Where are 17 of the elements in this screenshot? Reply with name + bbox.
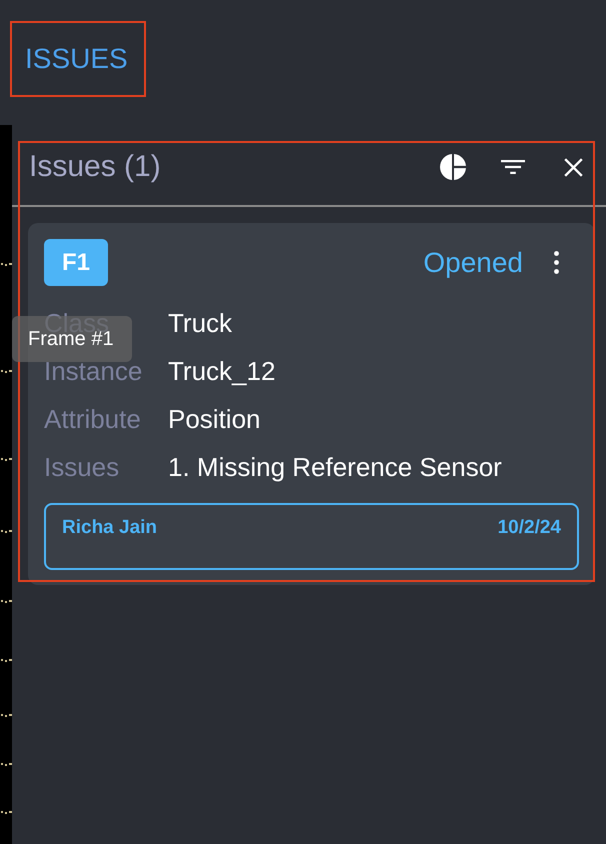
field-value: 1. Missing Reference Sensor — [168, 451, 502, 483]
close-icon[interactable] — [564, 158, 583, 176]
panel-title: Issues (1) — [29, 149, 161, 185]
field-value: Truck — [168, 307, 232, 339]
issue-status: Opened — [423, 246, 523, 280]
comment-date: 10/2/24 — [498, 516, 561, 540]
section-title: ISSUES — [25, 42, 128, 76]
filter-icon[interactable] — [501, 160, 525, 174]
field-value: Truck_12 — [168, 355, 276, 387]
field-label: Issues — [44, 454, 120, 480]
field-value: Position — [168, 403, 260, 435]
comment-author: Richa Jain — [62, 516, 158, 540]
more-icon[interactable] — [554, 251, 559, 274]
pie-chart-icon[interactable] — [440, 154, 466, 180]
field-label: Attribute — [44, 406, 141, 432]
frame-badge: F1 — [44, 239, 108, 286]
field-label: Instance — [44, 358, 142, 384]
